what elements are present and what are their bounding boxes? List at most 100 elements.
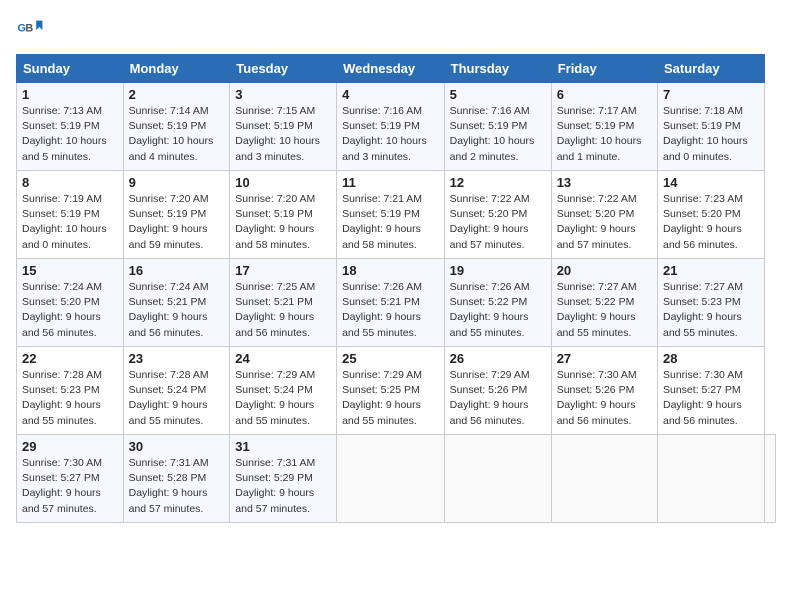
calendar-cell: 13Sunrise: 7:22 AMSunset: 5:20 PMDayligh…: [551, 171, 657, 259]
calendar-cell: 3 Sunrise: 7:15 AMSunset: 5:19 PMDaylight…: [230, 83, 337, 171]
day-info: Sunrise: 7:14 AMSunset: 5:19 PMDaylight:…: [129, 104, 225, 165]
day-number: 30: [129, 439, 225, 454]
day-info: Sunrise: 7:30 AMSunset: 5:26 PMDaylight:…: [557, 368, 652, 429]
day-number: 24: [235, 351, 331, 366]
calendar-cell: 30 Sunrise: 7:31 AMSunset: 5:28 PMDayligh…: [123, 435, 230, 523]
calendar-cell: 27Sunrise: 7:30 AMSunset: 5:26 PMDayligh…: [551, 347, 657, 435]
day-info: Sunrise: 7:29 AMSunset: 5:25 PMDaylight:…: [342, 368, 439, 429]
day-number: 10: [235, 175, 331, 190]
calendar-cell: 22 Sunrise: 7:28 AMSunset: 5:23 PMDayligh…: [17, 347, 124, 435]
day-number: 16: [129, 263, 225, 278]
day-number: 8: [22, 175, 118, 190]
calendar-cell: 10 Sunrise: 7:20 AMSunset: 5:19 PMDayligh…: [230, 171, 337, 259]
calendar-cell: 20 Sunrise: 7:27 AMSunset: 5:22 PMDayligh…: [551, 259, 657, 347]
calendar-week-4: 22 Sunrise: 7:28 AMSunset: 5:23 PMDayligh…: [17, 347, 776, 435]
day-info: Sunrise: 7:24 AMSunset: 5:21 PMDaylight:…: [129, 280, 225, 341]
calendar-cell: 4 Sunrise: 7:16 AMSunset: 5:19 PMDaylight…: [337, 83, 445, 171]
weekday-header-row: SundayMondayTuesdayWednesdayThursdayFrid…: [17, 55, 776, 83]
weekday-header-wednesday: Wednesday: [337, 55, 445, 83]
logo: G B: [16, 16, 48, 44]
day-info: Sunrise: 7:30 AMSunset: 5:27 PMDaylight:…: [22, 456, 118, 517]
calendar-cell: 8 Sunrise: 7:19 AMSunset: 5:19 PMDaylight…: [17, 171, 124, 259]
day-info: Sunrise: 7:16 AMSunset: 5:19 PMDaylight:…: [450, 104, 546, 165]
day-info: Sunrise: 7:28 AMSunset: 5:24 PMDaylight:…: [129, 368, 225, 429]
day-info: Sunrise: 7:23 AMSunset: 5:20 PMDaylight:…: [663, 192, 759, 253]
calendar-cell: 5 Sunrise: 7:16 AMSunset: 5:19 PMDaylight…: [444, 83, 551, 171]
header: G B: [16, 16, 776, 44]
day-info: Sunrise: 7:30 AMSunset: 5:27 PMDaylight:…: [663, 368, 759, 429]
calendar-cell: 16 Sunrise: 7:24 AMSunset: 5:21 PMDayligh…: [123, 259, 230, 347]
day-number: 28: [663, 351, 759, 366]
weekday-header-saturday: Saturday: [658, 55, 765, 83]
calendar-cell: 17Sunrise: 7:25 AMSunset: 5:21 PMDayligh…: [230, 259, 337, 347]
weekday-header-tuesday: Tuesday: [230, 55, 337, 83]
calendar-cell: 7 Sunrise: 7:18 AMSunset: 5:19 PMDaylight…: [658, 83, 765, 171]
day-number: 9: [129, 175, 225, 190]
calendar-cell: 9 Sunrise: 7:20 AMSunset: 5:19 PMDaylight…: [123, 171, 230, 259]
day-info: Sunrise: 7:28 AMSunset: 5:23 PMDaylight:…: [22, 368, 118, 429]
day-info: Sunrise: 7:18 AMSunset: 5:19 PMDaylight:…: [663, 104, 759, 165]
calendar-cell: 19Sunrise: 7:26 AMSunset: 5:22 PMDayligh…: [444, 259, 551, 347]
day-number: 13: [557, 175, 652, 190]
calendar-week-3: 15Sunrise: 7:24 AMSunset: 5:20 PMDayligh…: [17, 259, 776, 347]
calendar-cell: [764, 435, 775, 523]
day-info: Sunrise: 7:26 AMSunset: 5:21 PMDaylight:…: [342, 280, 439, 341]
day-number: 19: [450, 263, 546, 278]
day-number: 3: [235, 87, 331, 102]
day-number: 20: [557, 263, 652, 278]
day-info: Sunrise: 7:21 AMSunset: 5:19 PMDaylight:…: [342, 192, 439, 253]
day-info: Sunrise: 7:25 AMSunset: 5:21 PMDaylight:…: [235, 280, 331, 341]
day-number: 29: [22, 439, 118, 454]
calendar-cell: 6 Sunrise: 7:17 AMSunset: 5:19 PMDaylight…: [551, 83, 657, 171]
calendar-week-5: 29 Sunrise: 7:30 AMSunset: 5:27 PMDayligh…: [17, 435, 776, 523]
day-number: 22: [22, 351, 118, 366]
day-number: 1: [22, 87, 118, 102]
day-info: Sunrise: 7:29 AMSunset: 5:26 PMDaylight:…: [450, 368, 546, 429]
calendar-week-1: 1 Sunrise: 7:13 AMSunset: 5:19 PMDaylight…: [17, 83, 776, 171]
day-info: Sunrise: 7:15 AMSunset: 5:19 PMDaylight:…: [235, 104, 331, 165]
calendar-cell: 24 Sunrise: 7:29 AMSunset: 5:24 PMDayligh…: [230, 347, 337, 435]
day-info: Sunrise: 7:27 AMSunset: 5:23 PMDaylight:…: [663, 280, 759, 341]
day-info: Sunrise: 7:20 AMSunset: 5:19 PMDaylight:…: [129, 192, 225, 253]
calendar-cell: 18 Sunrise: 7:26 AMSunset: 5:21 PMDayligh…: [337, 259, 445, 347]
svg-text:B: B: [25, 23, 33, 35]
day-number: 6: [557, 87, 652, 102]
weekday-header-sunday: Sunday: [17, 55, 124, 83]
calendar-cell: 26 Sunrise: 7:29 AMSunset: 5:26 PMDayligh…: [444, 347, 551, 435]
day-number: 2: [129, 87, 225, 102]
day-number: 4: [342, 87, 439, 102]
day-number: 18: [342, 263, 439, 278]
calendar-cell: 12 Sunrise: 7:22 AMSunset: 5:20 PMDayligh…: [444, 171, 551, 259]
calendar-cell: [658, 435, 765, 523]
logo-icon: G B: [16, 16, 44, 44]
day-number: 5: [450, 87, 546, 102]
day-info: Sunrise: 7:17 AMSunset: 5:19 PMDaylight:…: [557, 104, 652, 165]
day-info: Sunrise: 7:29 AMSunset: 5:24 PMDaylight:…: [235, 368, 331, 429]
day-number: 12: [450, 175, 546, 190]
day-number: 25: [342, 351, 439, 366]
calendar-cell: 1 Sunrise: 7:13 AMSunset: 5:19 PMDaylight…: [17, 83, 124, 171]
calendar-cell: 11 Sunrise: 7:21 AMSunset: 5:19 PMDayligh…: [337, 171, 445, 259]
day-info: Sunrise: 7:22 AMSunset: 5:20 PMDaylight:…: [450, 192, 546, 253]
day-number: 15: [22, 263, 118, 278]
day-info: Sunrise: 7:20 AMSunset: 5:19 PMDaylight:…: [235, 192, 331, 253]
day-info: Sunrise: 7:31 AMSunset: 5:29 PMDaylight:…: [235, 456, 331, 517]
weekday-header-friday: Friday: [551, 55, 657, 83]
calendar-cell: 2 Sunrise: 7:14 AMSunset: 5:19 PMDaylight…: [123, 83, 230, 171]
day-number: 26: [450, 351, 546, 366]
day-info: Sunrise: 7:19 AMSunset: 5:19 PMDaylight:…: [22, 192, 118, 253]
calendar-cell: [551, 435, 657, 523]
day-info: Sunrise: 7:31 AMSunset: 5:28 PMDaylight:…: [129, 456, 225, 517]
calendar-cell: 29 Sunrise: 7:30 AMSunset: 5:27 PMDayligh…: [17, 435, 124, 523]
day-info: Sunrise: 7:16 AMSunset: 5:19 PMDaylight:…: [342, 104, 439, 165]
day-info: Sunrise: 7:27 AMSunset: 5:22 PMDaylight:…: [557, 280, 652, 341]
day-number: 23: [129, 351, 225, 366]
day-number: 11: [342, 175, 439, 190]
day-number: 31: [235, 439, 331, 454]
calendar-cell: 28 Sunrise: 7:30 AMSunset: 5:27 PMDayligh…: [658, 347, 765, 435]
calendar-cell: 23 Sunrise: 7:28 AMSunset: 5:24 PMDayligh…: [123, 347, 230, 435]
calendar-week-2: 8 Sunrise: 7:19 AMSunset: 5:19 PMDaylight…: [17, 171, 776, 259]
day-info: Sunrise: 7:13 AMSunset: 5:19 PMDaylight:…: [22, 104, 118, 165]
calendar-cell: [444, 435, 551, 523]
day-number: 7: [663, 87, 759, 102]
